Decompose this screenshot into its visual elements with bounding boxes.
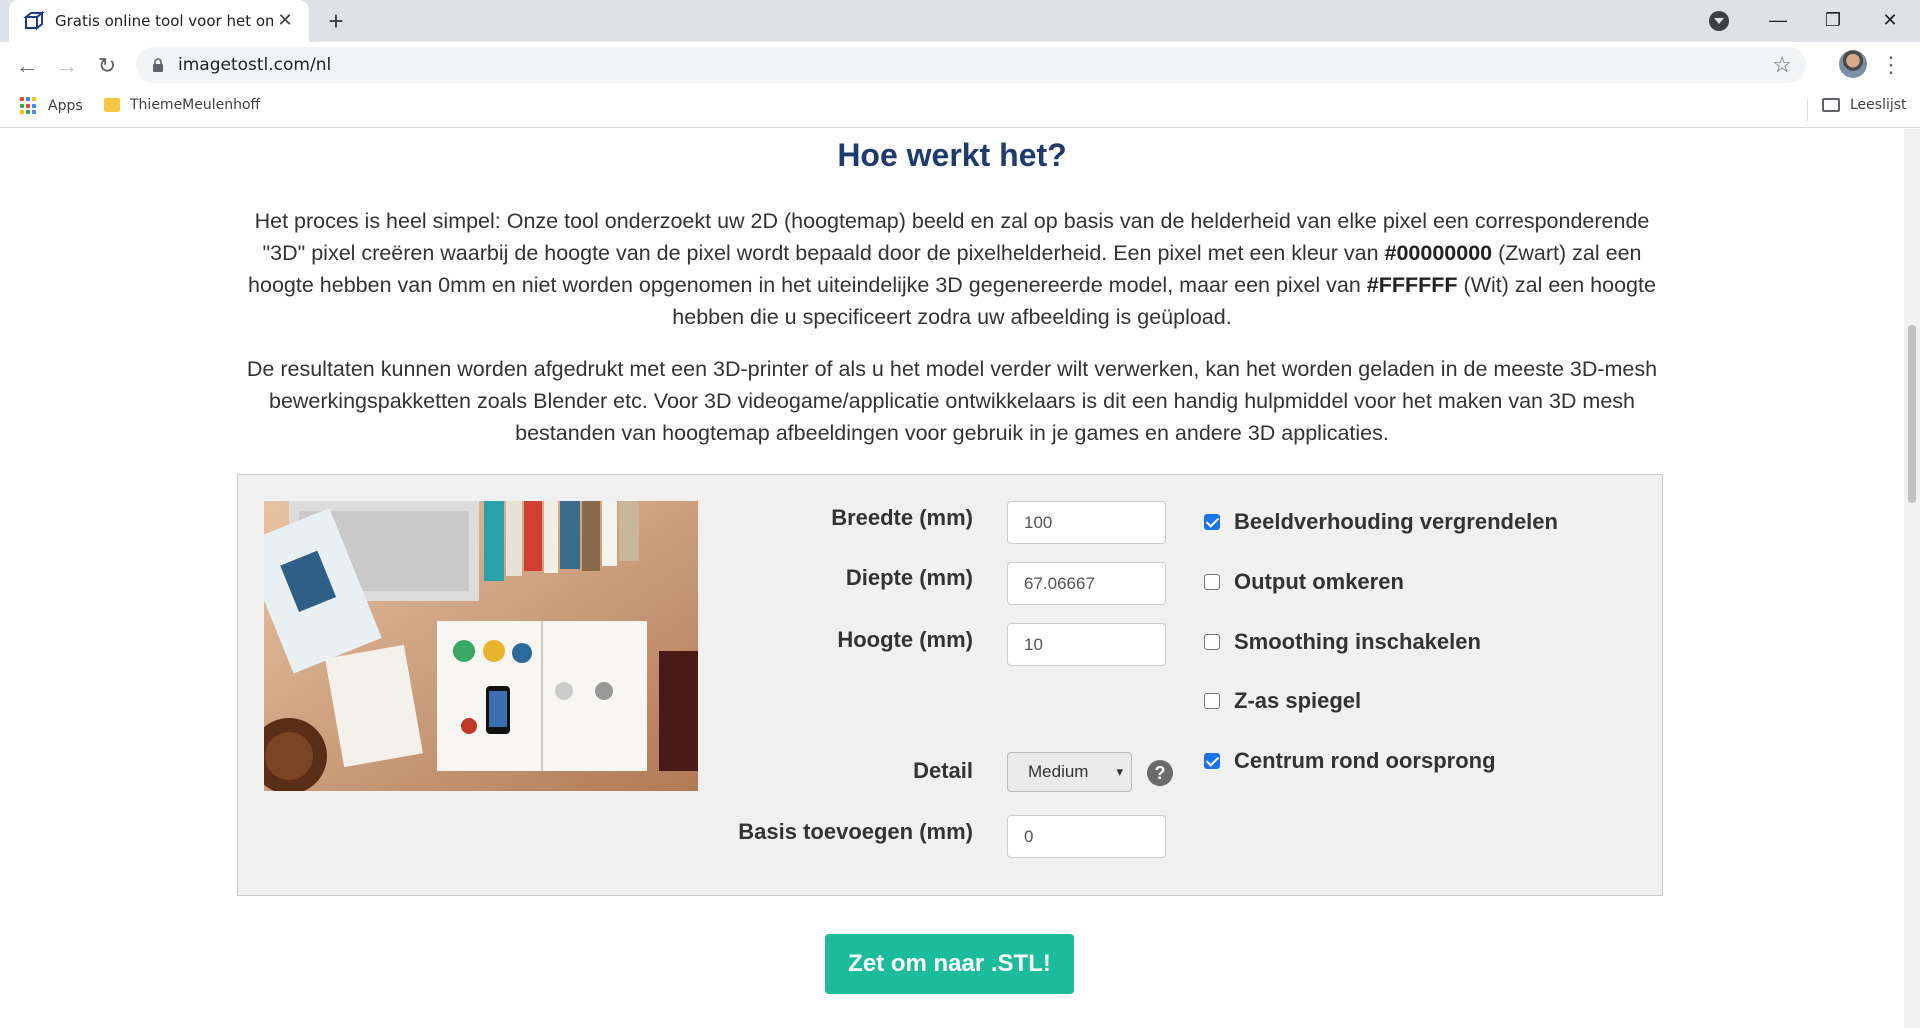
invert-output-checkbox[interactable] bbox=[1204, 574, 1220, 590]
depth-input[interactable]: 67.06667 bbox=[1007, 562, 1166, 605]
navigation-bar: ← → ↻ imagetostl.com/nl ☆ ⋮ bbox=[0, 42, 1920, 89]
center-origin-checkbox[interactable] bbox=[1204, 753, 1220, 769]
bookmark-label: Apps bbox=[48, 98, 83, 114]
lock-icon bbox=[153, 58, 163, 72]
settings-panel: Breedte (mm) Diepte (mm) Hoogte (mm) Det… bbox=[237, 474, 1663, 896]
page-content: Hoe werkt het? Het proces is heel simpel… bbox=[0, 129, 1904, 1028]
url-text: imagetostl.com/nl bbox=[178, 55, 332, 75]
center-origin-label: Centrum rond oorsprong bbox=[1234, 748, 1496, 773]
lock-aspect-label: Beeldverhouding vergrendelen bbox=[1234, 509, 1558, 534]
intro-paragraph: Het proces is heel simpel: Onze tool ond… bbox=[240, 205, 1664, 333]
tab-search-icon[interactable] bbox=[1709, 11, 1729, 31]
checkbox-row-z-mirror[interactable]: Z-as spiegel bbox=[1204, 688, 1361, 714]
bookmarks-divider bbox=[1807, 99, 1808, 121]
detail-selected-value: Medium bbox=[1028, 762, 1089, 781]
minimize-icon[interactable]: — bbox=[1750, 0, 1806, 40]
convert-to-stl-button[interactable]: Zet om naar .STL! bbox=[825, 934, 1074, 994]
forward-icon[interactable]: → bbox=[53, 52, 81, 80]
bookmark-star-icon[interactable]: ☆ bbox=[1772, 52, 1792, 78]
cube-favicon-icon bbox=[23, 10, 45, 31]
base-label: Basis toevoegen (mm) bbox=[738, 819, 973, 844]
profile-avatar[interactable] bbox=[1839, 50, 1867, 78]
lock-aspect-checkbox[interactable] bbox=[1204, 514, 1220, 530]
reading-list-button[interactable]: Leeslijst bbox=[1822, 97, 1907, 113]
bookmarks-bar: Apps ThiemeMeulenhoff Leeslijst bbox=[0, 89, 1920, 128]
scrollbar-thumb[interactable] bbox=[1908, 325, 1916, 503]
depth-label: Diepte (mm) bbox=[845, 565, 973, 590]
restore-icon[interactable]: ❐ bbox=[1805, 0, 1861, 40]
black-hex-code: #00000000 bbox=[1384, 241, 1493, 265]
menu-icon[interactable]: ⋮ bbox=[1880, 51, 1902, 79]
width-input[interactable]: 100 bbox=[1007, 501, 1166, 544]
detail-label: Detail bbox=[913, 758, 973, 783]
results-paragraph: De resultaten kunnen worden afgedrukt me… bbox=[246, 357, 1658, 445]
smoothing-label: Smoothing inschakelen bbox=[1234, 629, 1481, 654]
reading-list-icon bbox=[1822, 98, 1840, 112]
uploaded-image-preview bbox=[264, 501, 698, 791]
bookmark-apps[interactable]: Apps bbox=[20, 97, 83, 115]
smoothing-checkbox[interactable] bbox=[1204, 634, 1220, 650]
invert-output-label: Output omkeren bbox=[1234, 569, 1404, 594]
chevron-down-icon: ▾ bbox=[1116, 764, 1123, 779]
page-scrollbar[interactable] bbox=[1904, 129, 1920, 1028]
checkbox-row-lock-aspect[interactable]: Beeldverhouding vergrendelen bbox=[1204, 509, 1558, 535]
checkbox-row-invert-output[interactable]: Output omkeren bbox=[1204, 569, 1404, 595]
close-tab-icon[interactable]: ✕ bbox=[275, 10, 295, 30]
close-window-icon[interactable]: ✕ bbox=[1862, 0, 1918, 40]
reading-list-label: Leeslijst bbox=[1850, 97, 1907, 113]
reload-icon[interactable]: ↻ bbox=[93, 52, 121, 80]
checkbox-row-smoothing[interactable]: Smoothing inschakelen bbox=[1204, 629, 1481, 655]
new-tab-icon[interactable]: + bbox=[322, 8, 350, 36]
page-heading: Hoe werkt het? bbox=[837, 137, 1067, 173]
height-label: Hoogte (mm) bbox=[837, 627, 973, 652]
detail-select[interactable]: Medium ▾ bbox=[1007, 752, 1132, 792]
checkbox-row-center-origin[interactable]: Centrum rond oorsprong bbox=[1204, 748, 1496, 774]
apps-grid-icon bbox=[20, 97, 38, 115]
back-icon[interactable]: ← bbox=[13, 52, 41, 80]
address-bar[interactable]: imagetostl.com/nl ☆ bbox=[136, 47, 1806, 83]
folder-icon bbox=[104, 98, 120, 112]
tab-strip: Gratis online tool voor het omzetten ✕ +… bbox=[0, 0, 1920, 42]
width-label: Breedte (mm) bbox=[831, 505, 973, 530]
z-mirror-checkbox[interactable] bbox=[1204, 693, 1220, 709]
height-input[interactable]: 10 bbox=[1007, 623, 1166, 666]
base-input[interactable]: 0 bbox=[1007, 815, 1166, 858]
bookmark-label: ThiemeMeulenhoff bbox=[130, 97, 261, 113]
help-icon[interactable]: ? bbox=[1147, 760, 1173, 786]
z-mirror-label: Z-as spiegel bbox=[1234, 688, 1362, 713]
browser-tab[interactable]: Gratis online tool voor het omzetten ✕ bbox=[9, 0, 309, 42]
tab-title: Gratis online tool voor het omzetten bbox=[55, 12, 273, 30]
field-labels: Breedte (mm) Diepte (mm) Hoogte (mm) Det… bbox=[703, 475, 973, 895]
white-hex-code: #FFFFFF bbox=[1366, 273, 1458, 297]
bookmark-thiememeulenhoff[interactable]: ThiemeMeulenhoff bbox=[104, 97, 260, 113]
